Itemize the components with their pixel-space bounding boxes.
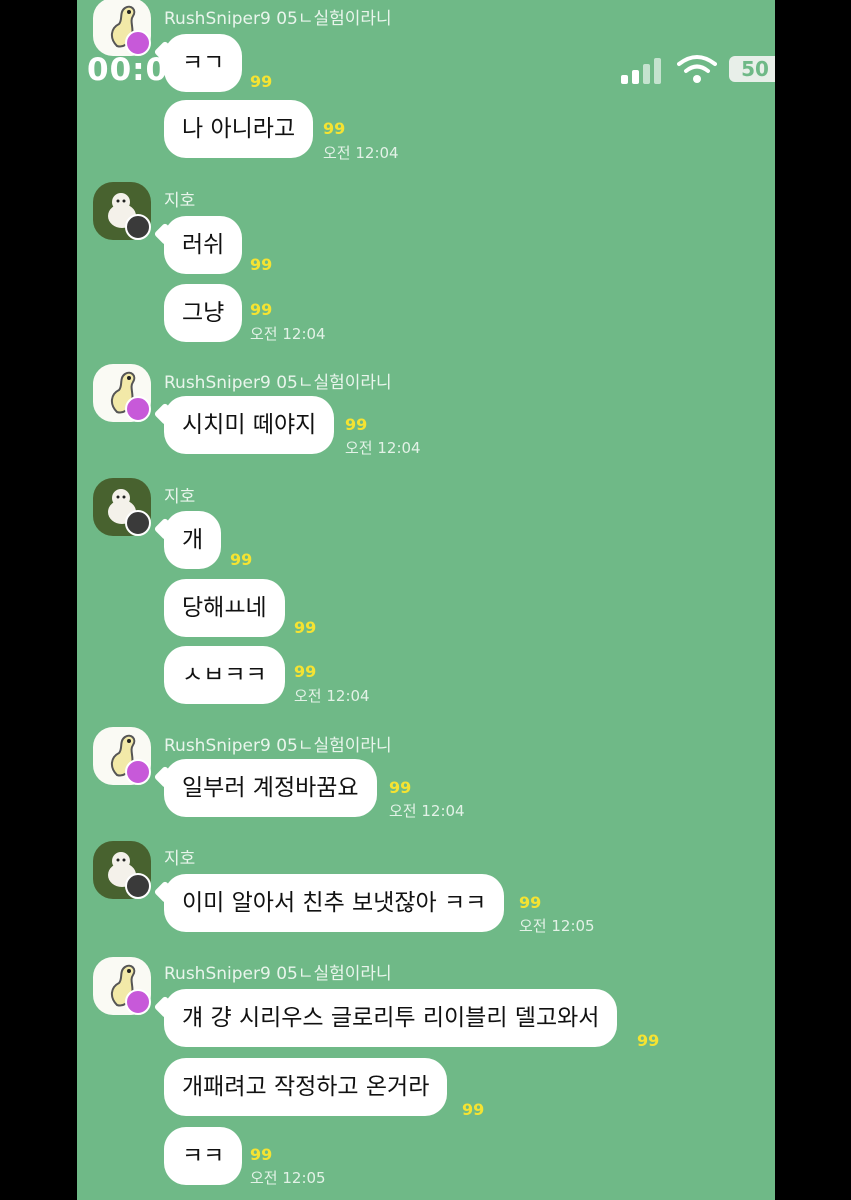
message-bubble[interactable]: 당해ㅛ네 [164,579,285,637]
clock: 00:0 [87,52,169,88]
chat-screen: RushSniper9 05ㄴ실험이라니 ㅋㄱ 99 나 아니라고 99 오전 … [77,0,775,1200]
unread-count: 99 [389,778,412,797]
timestamp: 오전 12:04 [389,802,465,820]
message-bubble[interactable]: 개 [164,511,222,569]
crown-icon [125,759,151,785]
unread-count: 99 [250,300,273,319]
message-bubble[interactable]: 일부러 계정바꿈요 [164,759,377,817]
message-bubble[interactable]: 나 아니라고 [164,100,314,158]
sender-name: RushSniper9 05ㄴ실험이라니 [164,964,392,984]
timestamp: 오전 12:04 [294,687,370,705]
unread-count: 99 [294,618,317,637]
unread-count: 99 [462,1100,485,1119]
signal-icon [621,56,667,84]
message-bubble[interactable]: 시치미 떼야지 [164,396,335,454]
box-icon [125,510,151,536]
timestamp: 오전 12:05 [519,917,595,935]
sender-name: 지호 [164,849,196,869]
crown-icon [125,396,151,422]
sender-name: RushSniper9 05ㄴ실험이라니 [164,9,392,29]
message-bubble[interactable]: 이미 알아서 친추 보냇잖아 ㅋㅋ [164,874,505,932]
status-bar: 00:0 50 [87,52,775,88]
timestamp: 오전 12:04 [323,144,399,162]
wifi-icon [677,55,717,83]
unread-count: 99 [250,255,273,274]
sender-name: RushSniper9 05ㄴ실험이라니 [164,373,392,393]
battery-icon: 50 [729,56,775,82]
message-bubble[interactable]: ㅅㅂㅋㅋ [164,646,285,704]
unread-count: 99 [519,893,542,912]
sender-name: 지호 [164,487,196,507]
unread-count: 99 [637,1031,660,1050]
box-icon [125,214,151,240]
message-bubble[interactable]: 러쉬 [164,216,243,274]
timestamp: 오전 12:05 [250,1169,326,1187]
timestamp: 오전 12:04 [345,439,421,457]
message-bubble[interactable]: ㅋㅋ [164,1127,243,1185]
message-bubble[interactable]: 걔 걍 시리우스 글로리투 리이블리 델고와서 [164,989,618,1047]
unread-count: 99 [345,415,368,434]
unread-count: 99 [230,550,253,569]
crown-icon [125,989,151,1015]
message-bubble[interactable]: 그냥 [164,284,243,342]
box-icon [125,873,151,899]
sender-name: 지호 [164,191,196,211]
message-bubble[interactable]: 개패려고 작정하고 온거라 [164,1058,448,1116]
unread-count: 99 [250,1145,273,1164]
unread-count: 99 [294,662,317,681]
unread-count: 99 [323,119,346,138]
sender-name: RushSniper9 05ㄴ실험이라니 [164,736,392,756]
timestamp: 오전 12:04 [250,325,326,343]
